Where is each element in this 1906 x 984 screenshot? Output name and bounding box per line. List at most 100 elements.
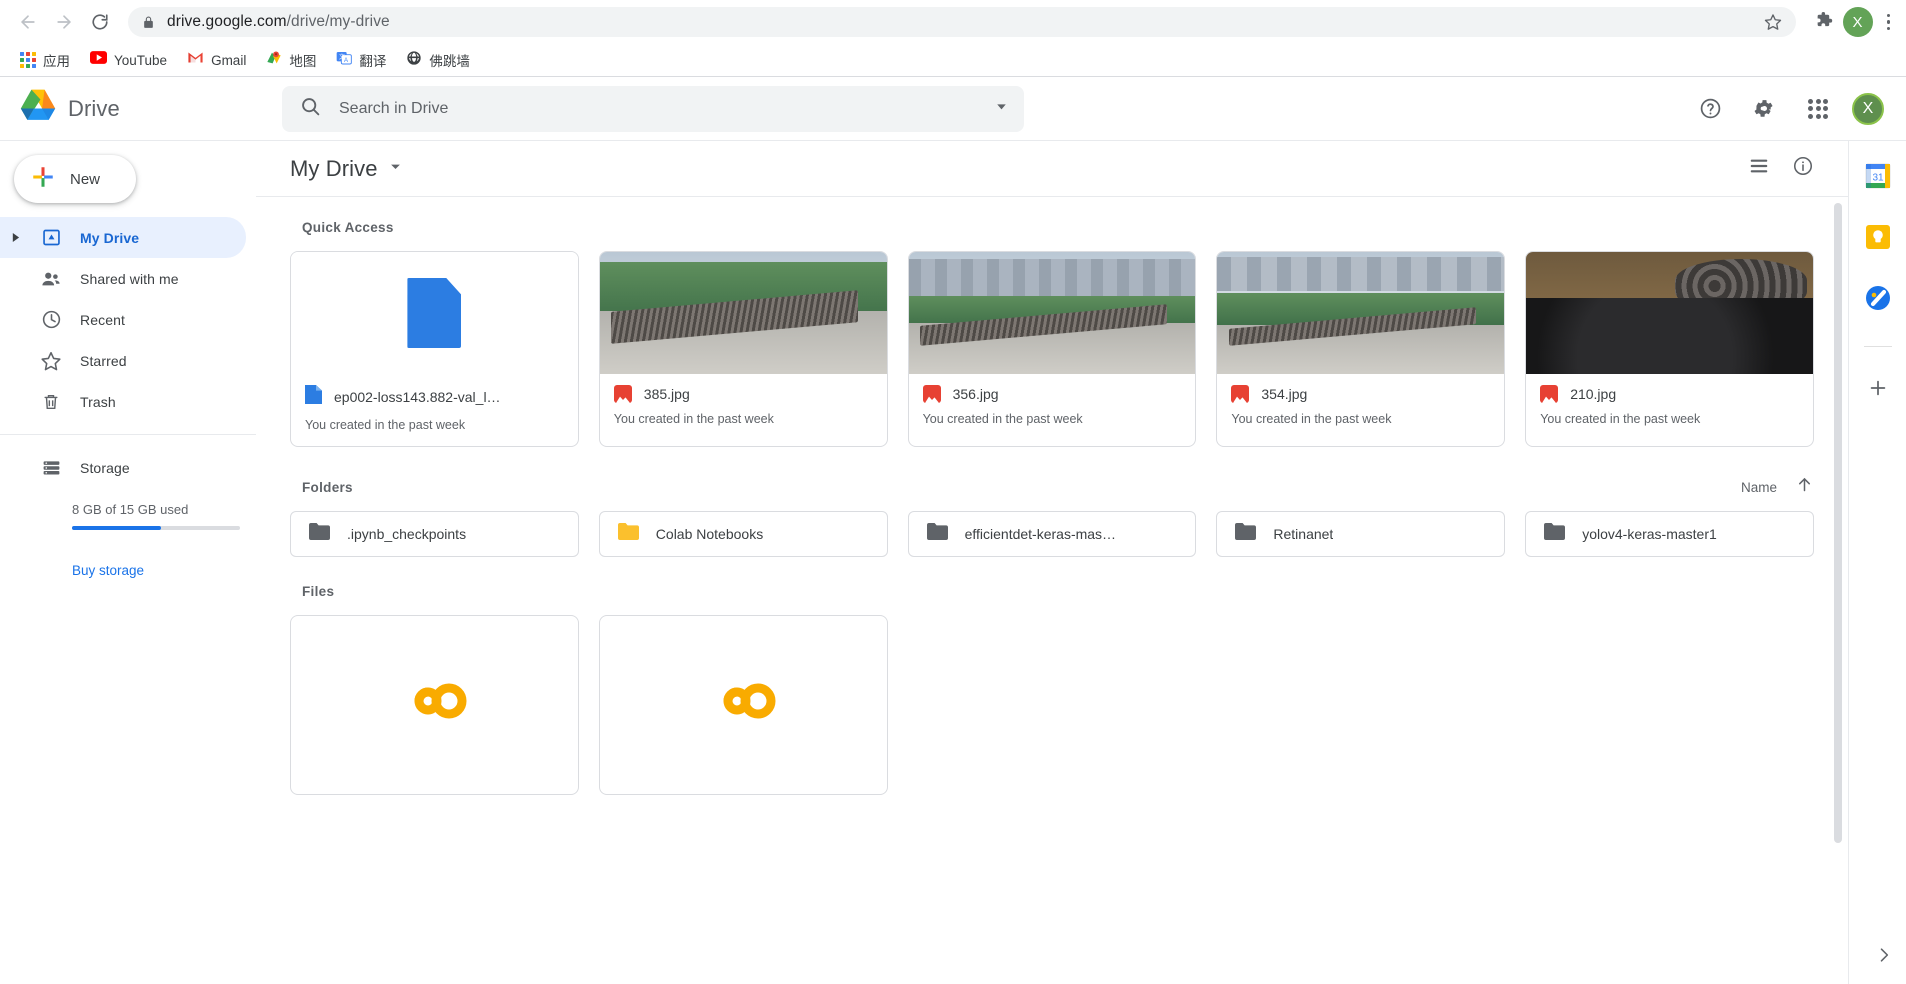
image-file-icon [922, 385, 941, 403]
file-card[interactable] [290, 615, 579, 795]
search-icon [300, 96, 321, 122]
sidebar-item-my-drive[interactable]: My Drive [0, 217, 246, 258]
photo-green-fence [1217, 252, 1505, 374]
google-drive-logo [18, 88, 58, 129]
folder-item[interactable]: yolov4-keras-master1 [1525, 511, 1814, 557]
file-subtitle: You created in the past week [613, 412, 774, 426]
bookmark-gmail[interactable]: Gmail [179, 48, 254, 72]
bookmark-youtube[interactable]: YouTube [82, 48, 175, 72]
plus-icon [30, 164, 56, 195]
sidebar-item-trash[interactable]: Trash [0, 381, 246, 422]
expand-caret-icon[interactable] [8, 233, 22, 242]
file-card[interactable] [598, 615, 888, 795]
blue-file-icon [305, 385, 322, 409]
folder-item[interactable]: .ipynb_checkpoints [290, 511, 579, 557]
address-bar[interactable]: drive.google.com/drive/my-drive [128, 7, 1796, 37]
files-header: Files [290, 557, 1814, 615]
list-view-icon[interactable] [1748, 155, 1770, 182]
google-translate-icon: 文A [336, 50, 353, 71]
info-circle-icon[interactable] [1792, 155, 1814, 182]
bookmark-translate[interactable]: 文A 翻译 [328, 47, 394, 74]
folder-name: Colab Notebooks [655, 526, 764, 542]
folder-icon [617, 523, 639, 545]
google-calendar-icon[interactable]: 31 [1865, 163, 1891, 194]
bookmark-vpn[interactable]: 佛跳墙 [398, 47, 478, 74]
file-browser-scroll-area[interactable]: Quick Access ep002-loss143.882-val_l… Yo… [256, 197, 1848, 984]
google-keep-icon[interactable] [1865, 224, 1891, 255]
image-file-icon [1231, 385, 1250, 403]
buy-storage-link[interactable]: Buy storage [0, 530, 256, 578]
colab-icon [710, 678, 776, 732]
image-file-icon [613, 385, 632, 403]
chevron-down-icon[interactable] [993, 98, 1010, 120]
vertical-scrollbar[interactable] [1832, 197, 1844, 984]
sidebar-item-starred[interactable]: Starred [0, 340, 246, 381]
file-name: 210.jpg [1570, 386, 1617, 402]
gmail-icon [187, 51, 204, 69]
chevron-down-icon[interactable] [388, 159, 403, 179]
folder-item[interactable]: efficientdet-keras-mas… [907, 511, 1197, 557]
google-apps-waffle-icon[interactable] [1798, 89, 1838, 129]
help-circle-icon[interactable] [1690, 89, 1730, 129]
file-thumbnail [291, 252, 578, 374]
file-name: 354.jpg [1261, 386, 1308, 402]
youtube-icon [90, 51, 107, 69]
bookmark-label: 地图 [289, 54, 317, 69]
puzzle-piece-icon[interactable] [1814, 10, 1833, 34]
quick-access-card[interactable]: 210.jpg You created in the past week [1525, 251, 1814, 447]
quick-access-card[interactable]: ep002-loss143.882-val_l… You created in … [290, 251, 579, 447]
svg-text:31: 31 [1872, 173, 1884, 184]
google-tasks-icon[interactable] [1865, 285, 1891, 316]
arrow-up-icon[interactable] [1795, 475, 1814, 499]
right-side-panel: 31 [1848, 141, 1906, 984]
search-input[interactable] [339, 99, 975, 118]
account-avatar[interactable]: X [1852, 92, 1884, 125]
folder-item[interactable]: Colab Notebooks [598, 511, 888, 557]
file-thumbnail [1526, 252, 1813, 374]
three-dot-menu-icon[interactable] [1883, 10, 1895, 35]
bookmark-maps[interactable]: 地图 [258, 47, 324, 74]
scrollbar-thumb[interactable] [1834, 203, 1842, 843]
sidebar-item-recent[interactable]: Recent [0, 299, 246, 340]
sidebar-item-storage[interactable]: Storage [0, 447, 246, 488]
reload-button[interactable] [84, 6, 116, 38]
folders-grid: .ipynb_checkpoints Colab Notebooks effic… [290, 511, 1814, 557]
bookmark-label: 应用 [43, 54, 70, 69]
bookmark-label: 佛跳墙 [429, 54, 470, 69]
back-button[interactable] [12, 6, 44, 38]
star-outline-icon [39, 350, 63, 372]
sidebar-nav: My Drive Shared with me Recent Starred T… [0, 217, 256, 422]
forward-button[interactable] [48, 6, 80, 38]
chevron-right-icon[interactable] [1874, 945, 1894, 970]
drive-logo-block[interactable]: Drive [18, 88, 256, 129]
new-button[interactable]: New [14, 155, 136, 203]
breadcrumb[interactable]: My Drive [290, 156, 403, 182]
quick-access-grid: ep002-loss143.882-val_l… You created in … [290, 251, 1814, 447]
url-text: drive.google.com/drive/my-drive [167, 13, 390, 30]
plus-icon[interactable] [1867, 377, 1889, 404]
quick-access-card[interactable]: 356.jpg You created in the past week [907, 251, 1197, 447]
sidebar-label: Recent [80, 311, 125, 328]
file-thumbnail [908, 252, 1196, 374]
view-controls [1748, 155, 1814, 182]
star-icon[interactable] [1756, 13, 1782, 31]
folder-item[interactable]: Retinanet [1216, 511, 1506, 557]
gear-icon[interactable] [1744, 89, 1784, 129]
search-box[interactable] [282, 85, 1024, 132]
bookmark-apps[interactable]: 应用 [12, 47, 78, 73]
bookmark-label: YouTube [114, 52, 168, 68]
sort-control[interactable]: Name [1741, 475, 1814, 499]
browser-chrome: drive.google.com/drive/my-drive X 应用 You… [0, 0, 1906, 77]
quick-access-card[interactable]: 354.jpg You created in the past week [1216, 251, 1506, 447]
quick-access-card[interactable]: 385.jpg You created in the past week [598, 251, 888, 447]
card-meta: 356.jpg You created in the past week [909, 374, 1196, 440]
chrome-profile-avatar[interactable]: X [1842, 7, 1873, 37]
file-thumbnail [599, 252, 887, 374]
file-name: 356.jpg [952, 386, 999, 402]
blue-file-icon [407, 278, 462, 348]
sidebar-item-shared-with-me[interactable]: Shared with me [0, 258, 246, 299]
storage-icon [39, 457, 63, 478]
rail-divider [1863, 346, 1892, 347]
colab-icon [401, 678, 467, 732]
sidebar-label: Storage [80, 459, 130, 476]
